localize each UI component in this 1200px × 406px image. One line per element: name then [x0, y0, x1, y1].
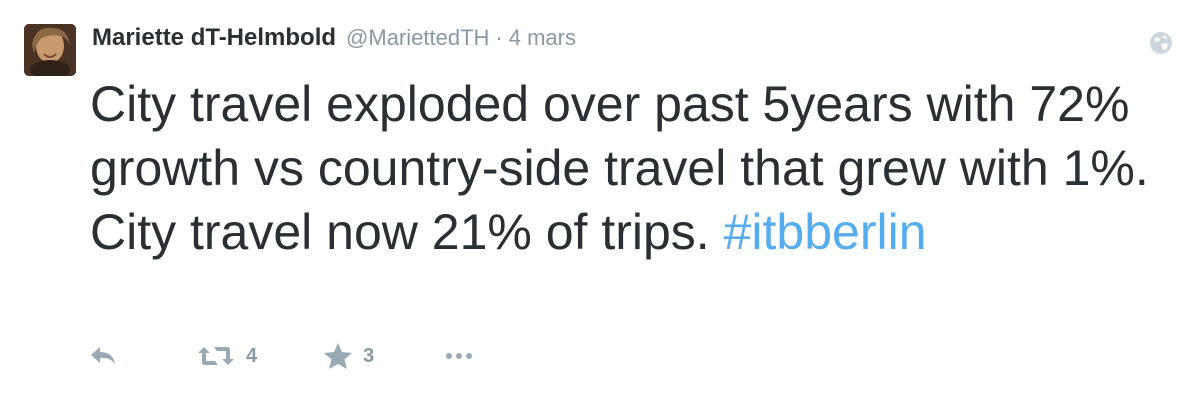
reply-icon [88, 344, 118, 368]
favorite-button[interactable]: 3 [323, 342, 374, 370]
reply-button[interactable] [88, 344, 118, 368]
header-separator: · [495, 25, 503, 50]
tweet-text-body: City travel exploded over past 5years wi… [90, 76, 1149, 260]
retweet-button[interactable]: 4 [196, 344, 257, 368]
tweet-actions: 4 3 [88, 336, 474, 376]
more-button[interactable] [444, 351, 474, 361]
retweet-count: 4 [246, 344, 258, 367]
tweet-timestamp[interactable]: 4 mars [509, 25, 576, 51]
tweet-header: Mariette dT-Helmbold @MariettedTH · 4 ma… [92, 24, 576, 56]
avatar[interactable] [24, 24, 76, 76]
retweet-icon [196, 344, 236, 368]
star-icon [323, 342, 353, 370]
hashtag-link[interactable]: #itbberlin [724, 204, 927, 260]
tweet-card: Mariette dT-Helmbold @MariettedTH · 4 ma… [0, 0, 1200, 406]
favorite-count: 3 [363, 344, 375, 367]
tweet-text: City travel exploded over past 5years wi… [90, 72, 1170, 264]
more-dots-icon [444, 351, 474, 361]
globe-icon [1148, 30, 1174, 56]
author-handle[interactable]: @MariettedTH [346, 25, 489, 51]
author-name[interactable]: Mariette dT-Helmbold [92, 24, 336, 52]
